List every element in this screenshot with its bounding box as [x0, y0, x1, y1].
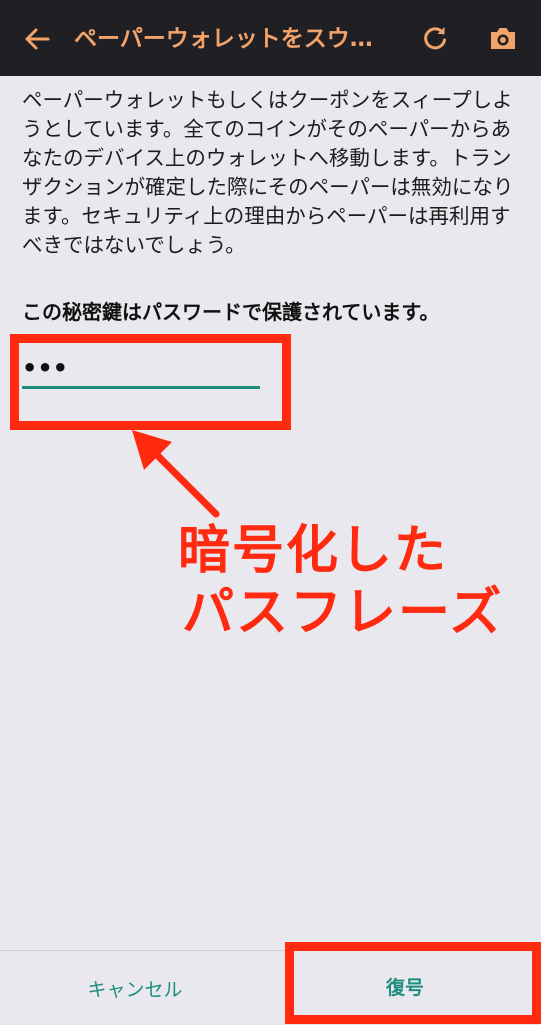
camera-icon[interactable] — [488, 24, 518, 52]
annotation-line-1: 暗号化した — [178, 521, 449, 581]
annotation-line-2: パスフレーズ — [182, 583, 504, 643]
decrypt-button[interactable]: 復号 — [300, 966, 510, 1006]
annotation-label: 暗号化した パスフレーズ — [178, 520, 518, 644]
cancel-button[interactable]: キャンセル — [40, 968, 230, 1008]
page-title: ペーパーウォレットをスウ… — [74, 26, 373, 52]
sweep-description: ペーパーウォレットもしくはクーポンをスィープしようとしています。全てのコインがそ… — [22, 88, 514, 257]
content-area: ペーパーウォレットもしくはクーポンをスィープしようとしています。全てのコインがそ… — [22, 86, 520, 260]
toolbar: ペーパーウォレットをスウ… — [0, 0, 541, 76]
refresh-icon[interactable] — [421, 24, 449, 52]
annotation-arrow-icon — [132, 430, 220, 518]
passphrase-prompt: この秘密鍵はパスワードで保護されています。 — [22, 300, 440, 324]
passphrase-input[interactable] — [22, 350, 260, 389]
arrow-left-icon[interactable] — [22, 24, 52, 54]
